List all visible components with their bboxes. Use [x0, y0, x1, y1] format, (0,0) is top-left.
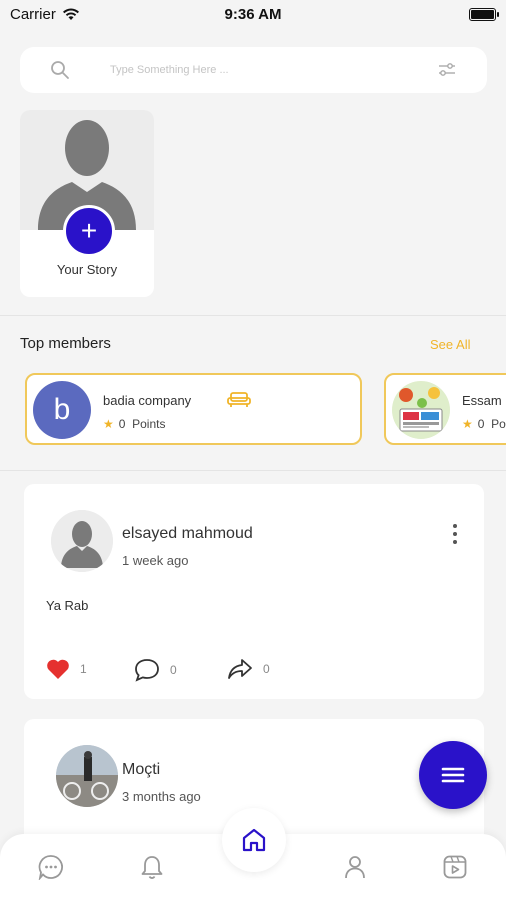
your-story-label: Your Story [56, 262, 118, 277]
search-input[interactable] [110, 64, 410, 76]
bell-icon [141, 856, 163, 879]
more-vertical-icon[interactable] [453, 524, 457, 544]
chat-icon [38, 855, 63, 880]
home-icon [242, 828, 266, 852]
member-name: Essam [462, 393, 502, 408]
divider [0, 315, 506, 316]
member-avatar: b [33, 381, 91, 439]
points-label: Points [132, 417, 166, 431]
post-text: Ya Rab [46, 598, 89, 613]
author-photo-image [56, 745, 118, 807]
points-label: Po [491, 417, 506, 431]
points-value: 0 [477, 417, 485, 431]
top-members-title: Top members [20, 335, 111, 352]
menu-icon [441, 767, 465, 783]
nav-chat[interactable] [36, 852, 66, 882]
points-value: 0 [118, 417, 126, 431]
heart-icon [47, 659, 69, 679]
nav-videos[interactable] [440, 852, 470, 882]
battery-icon [469, 7, 499, 21]
add-story-button[interactable]: + [63, 205, 115, 257]
profile-icon [345, 856, 365, 879]
post-author-avatar[interactable] [56, 745, 118, 807]
post-author-name[interactable]: Moçti [122, 761, 160, 779]
nav-profile[interactable] [340, 852, 370, 882]
video-icon [443, 855, 467, 879]
star-icon: ★ [462, 417, 473, 431]
see-all-link[interactable]: See All [430, 337, 470, 352]
comment-button[interactable]: 0 [134, 658, 177, 682]
person-silhouette-icon [51, 510, 113, 572]
comment-count: 0 [170, 663, 177, 677]
member-logo-image [392, 381, 450, 439]
sofa-icon [227, 392, 251, 407]
share-icon [228, 659, 252, 679]
member-avatar [392, 381, 450, 439]
member-name: badia company [103, 393, 192, 408]
member-card[interactable]: Essam ★ 0 Po [384, 373, 506, 445]
member-card[interactable]: b badia company ★ 0 Points [25, 373, 362, 445]
search-bar[interactable] [20, 47, 487, 93]
post-author-name[interactable]: elsayed mahmoud [122, 525, 253, 543]
post-card: elsayed mahmoud 1 week ago Ya Rab 1 0 0 [24, 484, 484, 699]
post-timestamp: 3 months ago [122, 789, 201, 804]
comment-icon [135, 659, 159, 682]
star-icon: ★ [103, 417, 114, 431]
member-points: ★ 0 Points [103, 417, 165, 431]
post-timestamp: 1 week ago [122, 553, 189, 568]
share-count: 0 [263, 662, 270, 676]
divider [0, 470, 506, 471]
avatar-letter: b [53, 393, 71, 426]
share-button[interactable]: 0 [227, 658, 270, 680]
status-time: 9:36 AM [224, 5, 282, 23]
nav-home[interactable] [222, 808, 286, 872]
like-count: 1 [80, 662, 87, 676]
plus-icon: + [80, 215, 98, 246]
status-bar: Carrier 9:36 AM [0, 0, 506, 28]
post-author-avatar[interactable] [51, 510, 113, 572]
member-points: ★ 0 Po [462, 417, 506, 431]
like-button[interactable]: 1 [46, 658, 87, 680]
nav-notifications[interactable] [137, 852, 167, 882]
filter-icon[interactable] [437, 62, 457, 78]
search-icon[interactable] [50, 60, 70, 80]
menu-fab-button[interactable] [419, 741, 487, 809]
